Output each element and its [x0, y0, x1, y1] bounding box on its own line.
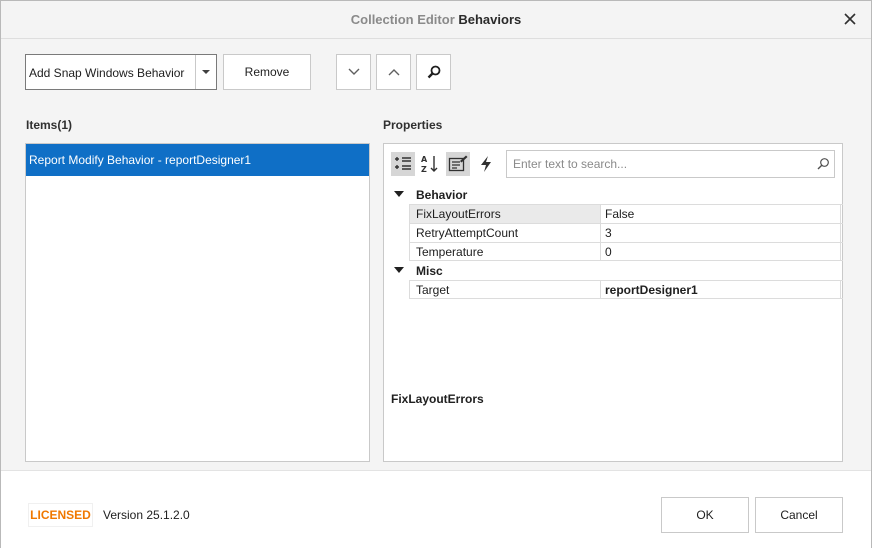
category-label: Misc: [416, 264, 443, 278]
property-search-field[interactable]: [506, 150, 835, 178]
property-name: Target: [409, 281, 601, 299]
move-down-button[interactable]: [336, 54, 371, 90]
items-list[interactable]: Report Modify Behavior - reportDesigner1: [25, 143, 370, 462]
svg-text:Z: Z: [421, 165, 427, 174]
property-value[interactable]: reportDesigner1: [601, 281, 841, 299]
properties-icon: [448, 155, 468, 172]
ok-button-label: OK: [696, 508, 714, 522]
items-header: Items(1): [26, 118, 73, 132]
property-name: RetryAttemptCount: [409, 224, 601, 242]
alphabetical-icon: A Z: [421, 155, 438, 174]
list-item-label: Report Modify Behavior - reportDesigner1: [29, 153, 252, 167]
combobox-dropdown-button[interactable]: [195, 55, 216, 89]
category-behavior[interactable]: Behavior: [390, 186, 842, 204]
version-label: Version 25.1.2.0: [103, 508, 190, 522]
search-icon: [427, 65, 440, 79]
chevron-down-icon: [348, 68, 359, 75]
window-title-prefix: Collection Editor: [350, 12, 455, 27]
alphabetical-view-button[interactable]: A Z: [418, 152, 442, 176]
window-title-main: Behaviors: [458, 12, 522, 27]
window-title: Collection Editor Behaviors: [1, 12, 871, 27]
add-behavior-combobox-value: Add Snap Windows Behavior: [29, 66, 185, 80]
categorized-icon: [395, 157, 411, 170]
property-value[interactable]: False: [601, 205, 841, 223]
close-button[interactable]: [839, 8, 861, 30]
collapse-triangle-icon[interactable]: [394, 191, 404, 198]
property-grid: A Z Enter text to search... Behavior Fix…: [383, 143, 843, 462]
property-name: Temperature: [409, 243, 601, 261]
categorized-view-button[interactable]: [391, 152, 415, 176]
licensed-badge: LICENSED: [28, 503, 93, 527]
editor-body: Add Snap Windows Behavior Remove Items(1…: [1, 39, 871, 470]
events-view-button[interactable]: [474, 152, 498, 176]
remove-button-label: Remove: [244, 65, 290, 79]
close-icon: [844, 13, 856, 25]
property-row-retryattemptcount[interactable]: RetryAttemptCount 3: [409, 223, 843, 242]
collection-editor-dialog: Collection Editor Behaviors Add Snap Win…: [0, 0, 872, 548]
remove-button[interactable]: Remove: [223, 54, 311, 90]
property-search-input[interactable]: [513, 156, 803, 172]
add-behavior-combobox[interactable]: Add Snap Windows Behavior: [25, 54, 217, 90]
events-icon: [481, 156, 491, 172]
property-description-title: FixLayoutErrors: [391, 392, 484, 406]
list-item[interactable]: Report Modify Behavior - reportDesigner1: [26, 144, 369, 176]
property-row-temperature[interactable]: Temperature 0: [409, 242, 843, 261]
category-label: Behavior: [416, 188, 468, 202]
dialog-footer: LICENSED Version 25.1.2.0 OK Cancel: [1, 470, 871, 548]
move-up-button[interactable]: [376, 54, 411, 90]
behavior-properties: FixLayoutErrors False RetryAttemptCount …: [409, 204, 843, 261]
title-bar: Collection Editor Behaviors: [1, 1, 871, 39]
property-row-fixlayouterrors[interactable]: FixLayoutErrors False: [409, 204, 843, 223]
cancel-button[interactable]: Cancel: [755, 497, 843, 533]
property-value[interactable]: 0: [601, 243, 841, 261]
caret-down-icon: [202, 69, 210, 74]
misc-properties: Target reportDesigner1: [409, 280, 843, 299]
properties-header: Properties: [383, 118, 443, 132]
search-icon: [817, 158, 829, 170]
ok-button[interactable]: OK: [661, 497, 749, 533]
svg-text:A: A: [421, 155, 428, 164]
search-toggle-button[interactable]: [416, 54, 451, 90]
collapse-triangle-icon[interactable]: [394, 267, 404, 274]
property-value[interactable]: 3: [601, 224, 841, 242]
chevron-up-icon: [388, 69, 399, 76]
properties-view-button[interactable]: [446, 152, 470, 176]
category-misc[interactable]: Misc: [390, 262, 842, 280]
cancel-button-label: Cancel: [780, 508, 818, 522]
property-name: FixLayoutErrors: [409, 205, 601, 223]
property-row-target[interactable]: Target reportDesigner1: [409, 280, 843, 299]
